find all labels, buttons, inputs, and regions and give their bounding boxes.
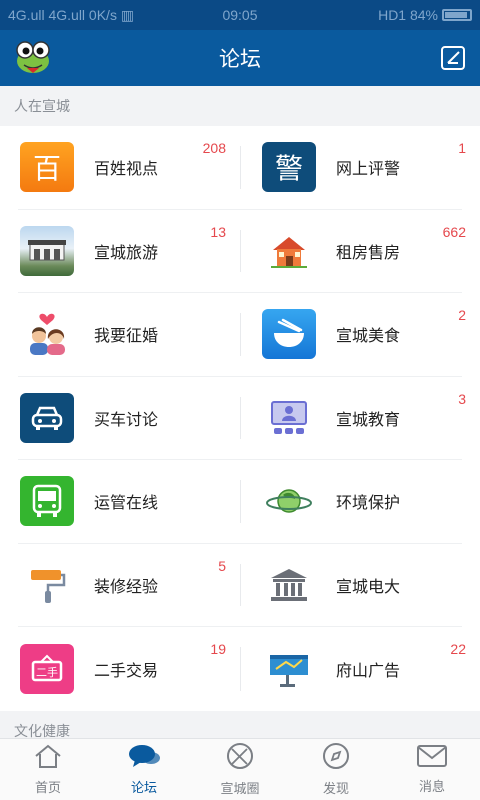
forum-board-item[interactable]: 运管在线 bbox=[18, 460, 240, 543]
column-divider bbox=[240, 229, 241, 272]
tab-compass[interactable]: 发现 bbox=[288, 739, 384, 800]
board-label: 宣城美食 bbox=[336, 326, 401, 346]
bottom-tab-bar: 首页 论坛 宣城圈 发现 消息 bbox=[0, 738, 480, 800]
tab-label: 发现 bbox=[322, 782, 349, 797]
forum-board-item[interactable]: 我要征婚 bbox=[18, 293, 240, 376]
post-count-badge: 1 bbox=[458, 140, 466, 156]
billboard-icon bbox=[262, 644, 316, 694]
mail-icon bbox=[416, 744, 448, 776]
board-label: 装修经验 bbox=[94, 576, 159, 596]
column-divider bbox=[240, 313, 241, 356]
board-label: 二手交易 bbox=[94, 660, 159, 680]
tab-label: 消息 bbox=[418, 780, 445, 795]
section-header: 文化健康 bbox=[0, 710, 480, 738]
tab-home[interactable]: 首页 bbox=[0, 739, 96, 800]
section-header: 人在宣城 bbox=[14, 99, 70, 115]
signal-status: 4G.ull 4G.ull 0K/s ▥ bbox=[8, 6, 135, 23]
compose-icon[interactable] bbox=[440, 45, 466, 71]
forum-row: 我要征婚 宣城美食 2 bbox=[18, 293, 466, 377]
battery-icon bbox=[442, 9, 472, 21]
board-label: 我要征婚 bbox=[94, 326, 159, 346]
house-icon bbox=[262, 226, 316, 276]
forum-row: 运管在线 环境保护 bbox=[18, 460, 462, 544]
post-count-badge: 13 bbox=[210, 223, 226, 240]
building-icon bbox=[262, 560, 316, 610]
board-label: 运管在线 bbox=[94, 493, 159, 513]
column-divider bbox=[240, 563, 241, 606]
forum-row: 宣城旅游 13 租房售房 662 bbox=[18, 210, 466, 293]
forum-row: 二手 二手交易 19 府山广告 22 bbox=[18, 627, 466, 711]
car-icon bbox=[20, 392, 74, 443]
forum-board-item[interactable]: 宣城美食 2 bbox=[240, 293, 466, 376]
forum-board-item[interactable]: 府山广告 22 bbox=[240, 627, 466, 711]
board-label: 买车讨论 bbox=[94, 409, 159, 429]
post-count-badge: 208 bbox=[202, 140, 226, 156]
forum-row: 百百姓视点 208 警网上评警 1 bbox=[18, 126, 466, 210]
forum-row: 装修经验 5 宣城电大 bbox=[18, 544, 462, 627]
police-char-icon: 警 bbox=[262, 142, 316, 193]
board-label: 网上评警 bbox=[336, 159, 401, 179]
bus-icon bbox=[20, 476, 74, 527]
forum-row: 买车讨论 宣城教育 3 bbox=[18, 377, 466, 460]
page-title: 论坛 bbox=[219, 47, 261, 71]
app-header: 论坛 bbox=[0, 30, 480, 86]
column-divider bbox=[240, 396, 241, 439]
forum-board-item[interactable]: 装修经验 5 bbox=[18, 544, 240, 627]
forum-board-item[interactable]: 警网上评警 1 bbox=[240, 126, 466, 209]
frog-avatar-icon[interactable] bbox=[14, 38, 52, 76]
forum-list[interactable]: 人在宣城 百百姓视点 208 警网上评警 1 宣城旅游 13 租房售房 662 我要征婚 宣城美食… bbox=[0, 86, 480, 738]
forum-board-item[interactable]: 宣城电大 bbox=[240, 544, 462, 627]
status-right: HD1 84% bbox=[378, 7, 472, 23]
post-count-badge: 2 bbox=[458, 307, 466, 323]
column-divider bbox=[240, 647, 241, 691]
board-label: 府山广告 bbox=[336, 660, 401, 680]
post-count-badge: 19 bbox=[210, 641, 226, 657]
forum-board-item[interactable]: 宣城旅游 13 bbox=[18, 210, 240, 293]
board-label: 宣城教育 bbox=[336, 409, 401, 429]
tab-mail[interactable]: 消息 bbox=[384, 739, 480, 800]
column-divider bbox=[240, 480, 241, 523]
home-icon bbox=[33, 743, 63, 777]
chat-bubbles-icon bbox=[127, 743, 161, 777]
secondhand-sign-icon: 二手 bbox=[20, 643, 74, 694]
tab-label: 宣城圈 bbox=[220, 782, 260, 797]
tab-label: 论坛 bbox=[130, 781, 157, 796]
classroom-icon bbox=[262, 393, 316, 443]
forum-board-item[interactable]: 百百姓视点 208 bbox=[18, 126, 240, 209]
board-label: 租房售房 bbox=[336, 242, 401, 262]
board-label: 宣城旅游 bbox=[94, 242, 159, 262]
board-label: 百姓视点 bbox=[94, 159, 159, 179]
forum-grid: 百百姓视点 208 警网上评警 1 宣城旅游 13 租房售房 662 我要征婚 宣城美食 2 买车讨论… bbox=[0, 126, 480, 711]
post-count-badge: 662 bbox=[442, 223, 466, 240]
travel-photo-icon bbox=[20, 225, 74, 276]
status-bar: 4G.ull 4G.ull 0K/s ▥ 09:05 HD1 84% bbox=[0, 0, 480, 30]
couple-icon bbox=[20, 309, 74, 359]
bai-char-icon: 百 bbox=[20, 142, 74, 193]
planet-icon bbox=[262, 476, 316, 526]
board-label: 环境保护 bbox=[336, 493, 401, 513]
tab-chat-bubbles[interactable]: 论坛 bbox=[96, 739, 192, 800]
post-count-badge: 5 bbox=[218, 557, 226, 574]
tab-label: 首页 bbox=[34, 781, 61, 796]
svg-text:二手: 二手 bbox=[36, 665, 58, 679]
post-count-badge: 22 bbox=[450, 641, 466, 657]
board-label: 宣城电大 bbox=[336, 576, 401, 596]
status-battery-text: HD1 84% bbox=[378, 7, 438, 23]
compass-icon bbox=[321, 742, 351, 778]
tab-circle[interactable]: 宣城圈 bbox=[192, 739, 288, 800]
paint-roller-icon bbox=[20, 560, 74, 610]
forum-board-item[interactable]: 二手 二手交易 19 bbox=[18, 627, 240, 711]
bowl-icon bbox=[262, 309, 316, 360]
forum-board-item[interactable]: 租房售房 662 bbox=[240, 210, 466, 293]
column-divider bbox=[240, 146, 241, 189]
circle-icon bbox=[225, 742, 255, 778]
forum-board-item[interactable]: 环境保护 bbox=[240, 460, 462, 543]
forum-board-item[interactable]: 买车讨论 bbox=[18, 377, 240, 460]
forum-board-item[interactable]: 宣城教育 3 bbox=[240, 377, 466, 460]
post-count-badge: 3 bbox=[458, 390, 466, 407]
